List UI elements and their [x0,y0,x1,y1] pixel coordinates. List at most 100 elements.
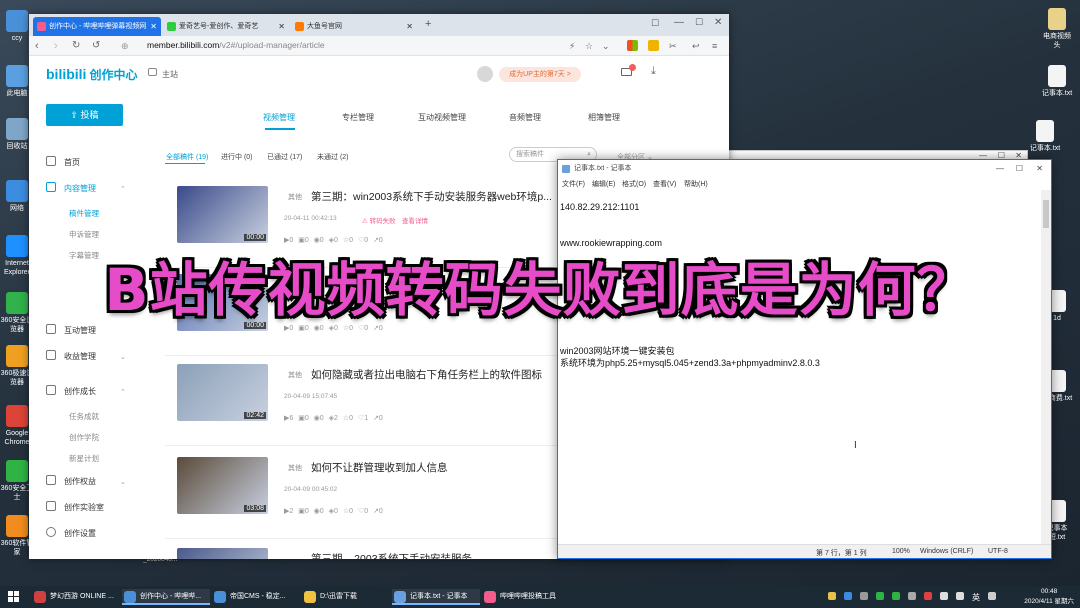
chevron-down-icon[interactable]: ⌄ [120,478,126,486]
undo-icon[interactable]: ↺ [92,39,100,53]
lightning-icon[interactable]: ⚡ [569,39,575,53]
menu-icon[interactable]: ≡ [712,39,717,53]
sidebar-item-rights[interactable]: 创作权益 [46,475,96,489]
sidebar-sub-academy[interactable]: 创作学院 [69,432,99,443]
site-info-icon[interactable]: ⊕ [121,39,129,53]
extension-icon[interactable] [648,40,659,51]
taskbar-item[interactable]: 梦幻西游 ONLINE ... [32,589,120,605]
sidebar-item-revenue[interactable]: 收益管理 [46,350,96,364]
sidebar-sub-newstar[interactable]: 新星计划 [69,453,99,464]
video-thumbnail[interactable]: 00:00 [177,186,268,243]
scissors-icon[interactable]: ✂ [669,39,677,53]
chevron-up-icon[interactable]: ⌃ [120,185,126,193]
arrow-back-icon[interactable]: ↩ [692,39,700,53]
refresh-icon[interactable]: ↻ [72,39,80,53]
notepad-close-icon[interactable]: ✕ [1036,160,1043,177]
scrollbar-thumb[interactable] [1043,200,1049,228]
download-icon[interactable]: ⤓ [651,65,656,78]
close-icon[interactable]: ✕ [714,17,722,28]
sidebar-item-settings[interactable]: 创作设置 [46,527,96,541]
filter-passed[interactable]: 已通过 (17) [267,152,302,162]
menu-format[interactable]: 格式(O) [622,179,646,189]
home-link[interactable]: 主站 [162,69,178,80]
ime-indicator[interactable]: 英 [972,592,980,603]
apps-icon[interactable] [627,40,638,51]
tab-iqiyi[interactable]: 爱奇艺号-爱创作、爱奇艺 ✕ [163,17,289,36]
tab-video-manage[interactable]: 视频管理 [263,112,295,123]
windows-start-icon[interactable] [8,591,20,603]
desktop-icon[interactable]: 电商视频头 [1040,8,1074,50]
new-tab-button[interactable]: + [425,18,431,30]
tab-audio-manage[interactable]: 音频管理 [509,112,541,123]
network-icon[interactable] [940,592,948,600]
minimize-icon[interactable]: — [674,17,684,28]
tray-icon[interactable] [908,592,916,600]
star-icon[interactable]: ☆ [585,39,593,53]
menu-help[interactable]: 帮助(H) [684,179,708,189]
taskbar-item[interactable]: 帝国CMS - 稳定... [212,589,300,605]
tray-icon[interactable] [924,592,932,600]
video-row[interactable]: 03:08 其他 如何不让群管理收到加人信息 20-04-09 00:45:02 ▶2 … [165,449,585,539]
notepad-maximize-icon[interactable]: ☐ [1016,160,1023,177]
wechat-tray-icon[interactable] [892,592,900,600]
filter-failed[interactable]: 未通过 (2) [317,152,349,162]
tab-close-icon[interactable]: ✕ [278,17,285,36]
tab-album-manage[interactable]: 相簿管理 [588,112,620,123]
clock[interactable]: 00:48 2020/4/11 星期六 [1024,587,1074,607]
video-title[interactable]: 如何隐藏或者拉出电脑右下角任务栏上的软件图标 [311,367,551,382]
tab-close-icon[interactable]: ✕ [406,17,413,36]
up-days-badge[interactable]: 成为UP主的第7天 > [499,67,581,82]
upload-button[interactable]: ⇪ 投稿 [46,104,123,126]
sidebar-item-content[interactable]: 内容管理 [46,182,96,196]
keyboard-icon[interactable] [988,592,996,600]
volume-icon[interactable] [956,592,964,600]
notepad-minimize-icon[interactable]: — [996,160,1004,177]
taskbar-app-icon [394,591,406,603]
forward-icon[interactable]: › [54,39,58,53]
sidebar-sub-appeals[interactable]: 申诉管理 [69,229,99,240]
sidebar-item-home[interactable]: 首页 [46,156,80,170]
video-row[interactable]: 02:42 其他 如何隐藏或者拉出电脑右下角任务栏上的软件图标 20-04-09 15… [165,356,585,446]
video-title[interactable]: 如何不让群管理收到加人信息 [311,460,551,475]
tray-icon[interactable] [860,592,868,600]
video-title[interactable]: 第三期：win2003系统下手动安装服务器web环境p... [311,189,551,204]
maximize-icon[interactable]: ☐ [695,17,703,28]
url-field[interactable]: member.bilibili.com/v2#/upload-manager/a… [147,40,325,50]
video-thumbnail[interactable]: 02:42 [177,364,268,421]
sidebar-sub-manuscripts[interactable]: 稿件管理 [69,208,99,219]
taskbar-item[interactable]: 哔哩哔哩投稿工具 [482,589,570,605]
tray-icon[interactable] [876,592,884,600]
back-icon[interactable]: ‹ [35,39,39,53]
tab-dayu[interactable]: 大鱼号官网 ✕ [291,17,417,36]
menu-edit[interactable]: 编辑(E) [592,179,615,189]
menu-file[interactable]: 文件(F) [562,179,585,189]
tray-icon[interactable] [828,592,836,600]
bilibili-logo[interactable]: bilibili 创作中心 [46,66,137,83]
filter-in-progress[interactable]: 进行中 (0) [221,152,253,162]
taskbar-item[interactable]: D:\迅雷下载 [302,589,390,605]
video-title[interactable]: 第三期... 2003系统下手动安装服务... [311,551,551,559]
video-thumbnail[interactable] [177,548,268,559]
dropdown-icon[interactable]: ⌄ [602,39,610,53]
desktop-icon[interactable]: 记事本.txt [1040,65,1074,98]
video-row[interactable]: 第三期... 2003系统下手动安装服务... [165,540,585,559]
taskbar-item[interactable]: 创作中心 - 哔哩哔... [122,589,210,605]
tab-close-icon[interactable]: ✕ [150,17,157,36]
tab-column-manage[interactable]: 专栏管理 [342,112,374,123]
sidebar-item-growth[interactable]: 创作成长 [46,385,96,399]
desktop-icon[interactable]: 记事本.txt [1028,120,1062,153]
taskbar-item[interactable]: 记事本.txt - 记事本 [392,589,480,605]
video-thumbnail[interactable]: 03:08 [177,457,268,514]
tray-icon[interactable] [844,592,852,600]
filter-all[interactable]: 全部稿件 (19) [166,152,208,162]
sidebar-item-lab[interactable]: 创作实验室 [46,501,104,515]
tab-interactive-video[interactable]: 互动视频管理 [418,112,466,123]
avatar[interactable] [477,66,493,82]
menu-view[interactable]: 查看(V) [653,179,676,189]
tab-list-icon[interactable]: ☐ [651,18,659,29]
sidebar-sub-tasks[interactable]: 任务成就 [69,411,99,422]
chevron-up-icon[interactable]: ⌃ [120,388,126,396]
chevron-down-icon[interactable]: ⌄ [120,353,126,361]
tab-bilibili[interactable]: 创作中心 - 哔哩哔哩弹幕视频网 ✕ [33,17,161,36]
view-details-link[interactable]: 查看详情 [402,215,428,225]
